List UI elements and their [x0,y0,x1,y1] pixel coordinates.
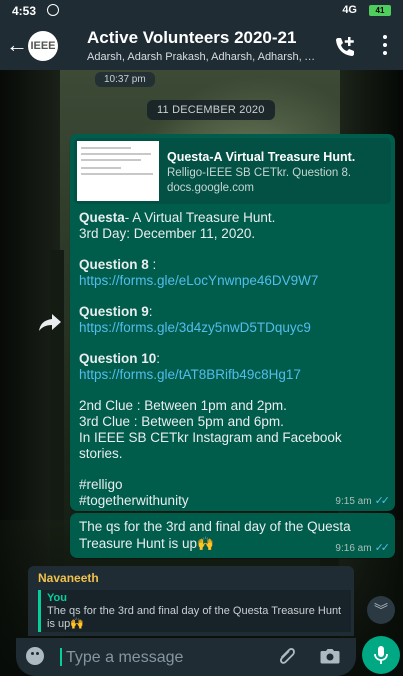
link-preview-description: Relligo-IEEE SB CETkr. Question 8. [167,167,352,179]
reply-sender-name: Navaneeth [38,571,99,585]
chat-header[interactable]: ← IEEE Active Volunteers 2020-21 Adarsh,… [0,22,403,70]
message-time: 9:16 am [335,543,372,554]
message-time: 9:15 am [335,496,372,507]
quoted-text: The qs for the 3rd and final day of the … [47,605,342,630]
add-call-icon[interactable] [333,34,357,58]
link-preview-domain: docs.google.com [167,182,254,194]
reply-preview[interactable]: Navaneeth You The qs for the 3rd and fin… [28,566,354,636]
battery-icon: 41 [369,5,391,16]
question-8-suffix: : [148,257,157,272]
read-ticks-icon: ✓✓ [374,495,391,507]
quoted-author: You [47,592,67,604]
whatsapp-notification-icon [47,4,59,16]
clue-line: 2nd Clue : Between 1pm and 2pm. [79,398,287,413]
mic-button[interactable] [362,636,400,674]
question-10-link[interactable]: https://forms.gle/tAT8BRifb49c8Hg17 [79,367,391,383]
network-indicator: 4G [342,4,357,16]
group-avatar[interactable]: IEEE [28,31,58,61]
clue-line: In IEEE SB CETkr Instagram and Facebook [79,430,342,445]
menu-icon[interactable] [382,35,388,57]
question-8-label: Question 8 [79,257,149,272]
hashtag[interactable]: #relligo [79,477,391,493]
group-title[interactable]: Active Volunteers 2020-21 [87,28,296,48]
battery-level: 41 [375,6,385,15]
forward-icon[interactable] [38,312,62,332]
question-10-label: Question 10 [79,351,157,366]
intro-bold: Questa [79,210,125,225]
group-members[interactable]: Adarsh, Adarsh Prakash, Adharsh, Adharsh… [87,51,322,63]
previous-message-time: 10:37 pm [95,72,155,87]
message-input[interactable] [64,644,268,672]
message-composer [16,638,356,676]
attach-icon[interactable] [278,646,296,666]
question-10-suffix: : [156,351,161,366]
link-preview-thumbnail [77,141,159,201]
link-preview[interactable]: Questa-A Virtual Treasure Hunt. Relligo-… [74,138,391,204]
intro-rest: - A Virtual Treasure Hunt. [124,210,276,225]
status-time: 4:53 [12,4,37,18]
text-caret [60,648,62,666]
clue-line: stories. [79,446,123,461]
read-ticks-icon: ✓✓ [374,542,391,554]
mic-icon [374,646,388,664]
question-9-label: Question 9 [79,304,149,319]
link-preview-title: Questa-A Virtual Treasure Hunt. [167,150,356,164]
quoted-message[interactable]: You The qs for the 3rd and final day of … [38,590,351,632]
scroll-down-icon[interactable]: ︾ [367,596,395,624]
question-9-suffix: : [148,304,153,319]
outgoing-message[interactable]: Questa-A Virtual Treasure Hunt. Relligo-… [70,134,395,511]
message-meta: 9:16 am ✓✓ [335,541,391,554]
date-chip: 11 DECEMBER 2020 [147,100,275,120]
question-8-link[interactable]: https://forms.gle/eLocYnwnpe46DV9W7 [79,273,391,289]
back-arrow-icon[interactable]: ← [6,32,28,58]
message-meta: 9:15 am ✓✓ [335,494,391,507]
emoji-icon[interactable] [26,647,44,665]
camera-icon[interactable] [320,648,340,664]
status-bar: 4:53 4G 41 [0,0,403,22]
intro-line: 3rd Day: December 11, 2020. [79,226,256,241]
message-text: Questa- A Virtual Treasure Hunt. 3rd Day… [79,210,391,509]
message-text: The qs for the 3rd and final day of the … [79,519,351,551]
outgoing-message[interactable]: The qs for the 3rd and final day of the … [70,513,395,558]
question-9-link[interactable]: https://forms.gle/3d4zy5nwD5TDquyc9 [79,320,391,336]
clue-line: 3rd Clue : Between 5pm and 6pm. [79,414,284,429]
